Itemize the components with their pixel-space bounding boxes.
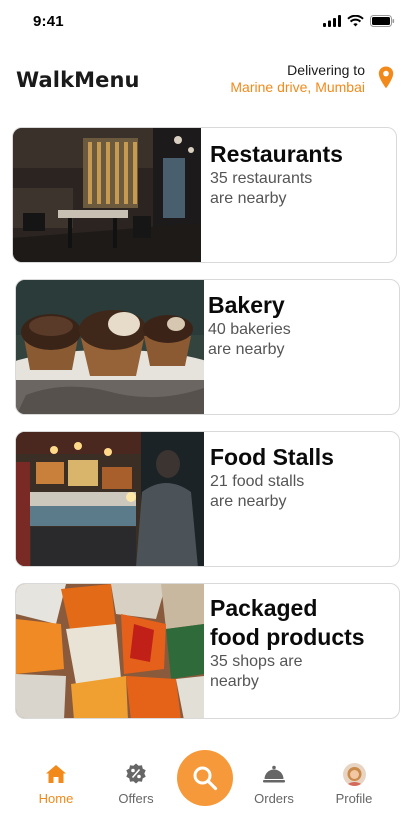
nav-orders[interactable]: Orders: [239, 762, 309, 806]
signal-icon: [323, 15, 341, 27]
packaged-food-image: [16, 584, 204, 718]
category-card-food-stalls[interactable]: Food Stalls 21 food stalls are nearby: [15, 431, 400, 567]
home-icon: [46, 765, 66, 783]
nav-profile[interactable]: Profile: [319, 762, 389, 806]
category-card-restaurants[interactable]: Restaurants 35 restaurants are nearby: [12, 127, 397, 263]
category-subtitle: 21 food stalls are nearby: [210, 473, 305, 510]
category-title: Packaged food products: [210, 595, 365, 650]
search-icon: [193, 766, 218, 791]
category-card-packaged-food[interactable]: Packaged food products 35 shops are near…: [15, 583, 400, 719]
category-title: Bakery: [208, 292, 285, 318]
status-bar: 9:41: [0, 0, 411, 44]
status-icons: [323, 15, 395, 27]
nav-home-label: Home: [38, 791, 74, 806]
status-time: 9:41: [33, 13, 64, 30]
category-title: Food Stalls: [210, 444, 334, 470]
location-pin-icon[interactable]: [378, 66, 394, 89]
category-card-bakery[interactable]: Bakery 40 bakeries are nearby: [15, 279, 400, 415]
search-button[interactable]: [177, 750, 233, 806]
bakery-image: [16, 280, 204, 414]
battery-icon: [370, 15, 395, 27]
nav-profile-label: Profile: [335, 791, 373, 806]
app-header: WalkMenu Delivering to Marine drive, Mum…: [0, 55, 411, 105]
category-title: Restaurants: [210, 141, 343, 167]
delivering-label: Delivering to: [287, 62, 365, 78]
restaurants-image: [13, 128, 201, 262]
category-subtitle: 35 shops are nearby: [210, 653, 303, 690]
bottom-navigation: Home Offers Orders Profile: [0, 746, 411, 823]
discount-badge-icon: [126, 763, 146, 784]
nav-orders-label: Orders: [254, 791, 294, 806]
app-logo: WalkMenu: [16, 68, 140, 92]
food-stalls-image: [16, 432, 204, 566]
wifi-icon: [347, 15, 364, 27]
nav-offers[interactable]: Offers: [101, 762, 171, 806]
nav-home[interactable]: Home: [21, 762, 91, 806]
category-subtitle: 35 restaurants are nearby: [210, 170, 313, 207]
delivery-location[interactable]: Delivering to Marine drive, Mumbai: [230, 62, 365, 96]
avatar: [342, 762, 366, 786]
cloche-icon: [263, 765, 285, 783]
nav-offers-label: Offers: [118, 791, 154, 806]
category-subtitle: 40 bakeries are nearby: [208, 321, 291, 358]
delivery-address[interactable]: Marine drive, Mumbai: [230, 79, 365, 96]
